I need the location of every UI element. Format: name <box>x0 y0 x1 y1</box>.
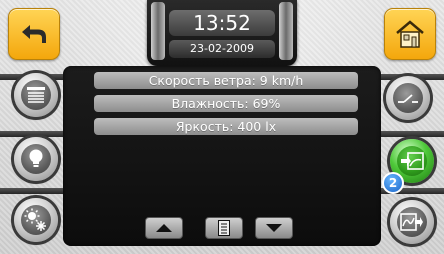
brightness-label: Яркость: 400 lx <box>94 118 358 135</box>
scroll-up-button[interactable] <box>145 217 183 239</box>
separator-right-2 <box>380 131 444 137</box>
list-view-button[interactable] <box>205 217 243 239</box>
back-arrow-icon <box>22 25 46 43</box>
up-triangle-icon <box>156 224 172 232</box>
blinds-button[interactable] <box>14 73 58 117</box>
clock-widget: 13:52 23-02-2009 <box>147 0 297 66</box>
scene-button[interactable] <box>390 200 434 244</box>
scroll-down-button[interactable] <box>255 217 293 239</box>
scene-arrow-icon <box>401 152 424 170</box>
switch-icon <box>398 94 418 103</box>
clock-bracket-left <box>151 2 165 60</box>
separator-left-2 <box>0 131 64 137</box>
list-icon <box>218 220 230 236</box>
notification-badge: 2 <box>382 172 404 194</box>
home-button[interactable] <box>384 8 436 60</box>
app-screen: 13:52 23-02-2009 Скорость ветра: 9 km/h … <box>0 0 444 254</box>
climate-button[interactable] <box>14 198 58 242</box>
humidity-label: Влажность: 69% <box>94 95 358 112</box>
info-panel: Скорость ветра: 9 km/h Влажность: 69% Яр… <box>63 66 381 246</box>
lighting-button[interactable] <box>14 137 58 181</box>
switch-button[interactable] <box>386 76 430 120</box>
blinds-icon <box>27 87 45 103</box>
separator-left-3 <box>0 188 64 194</box>
wind-speed-label: Скорость ветра: 9 km/h <box>94 72 358 89</box>
date-display: 23-02-2009 <box>169 40 275 58</box>
sun-snow-icon <box>24 208 46 231</box>
light-bulb-icon <box>29 149 43 167</box>
time-display: 13:52 <box>169 10 275 36</box>
down-triangle-icon <box>266 224 282 232</box>
scene-curve-icon <box>400 213 423 231</box>
home-icon <box>396 20 424 48</box>
back-button[interactable] <box>8 8 60 60</box>
clock-bracket-right <box>279 2 293 60</box>
